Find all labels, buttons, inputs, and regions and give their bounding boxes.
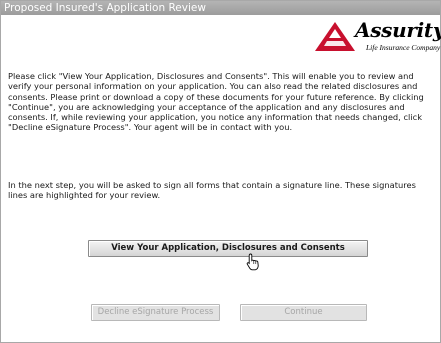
window-title: Proposed Insured's Application Review [1, 1, 440, 15]
continue-button[interactable]: Continue [240, 304, 367, 321]
logo-name: Assurity [355, 18, 441, 42]
next-step-paragraph: In the next step, you will be asked to s… [8, 180, 416, 201]
logo-subtitle: Life Insurance Company [366, 43, 441, 52]
triangle-logo-icon [315, 22, 355, 51]
decline-esignature-button[interactable]: Decline eSignature Process [91, 304, 220, 321]
hand-pointer-icon [246, 253, 260, 275]
company-logo: Assurity Life Insurance Company [312, 17, 441, 57]
review-window: Proposed Insured's Application Review As… [0, 0, 441, 343]
view-application-button[interactable]: View Your Application, Disclosures and C… [88, 240, 368, 257]
instructions-paragraph: Please click "View Your Application, Dis… [8, 71, 424, 133]
